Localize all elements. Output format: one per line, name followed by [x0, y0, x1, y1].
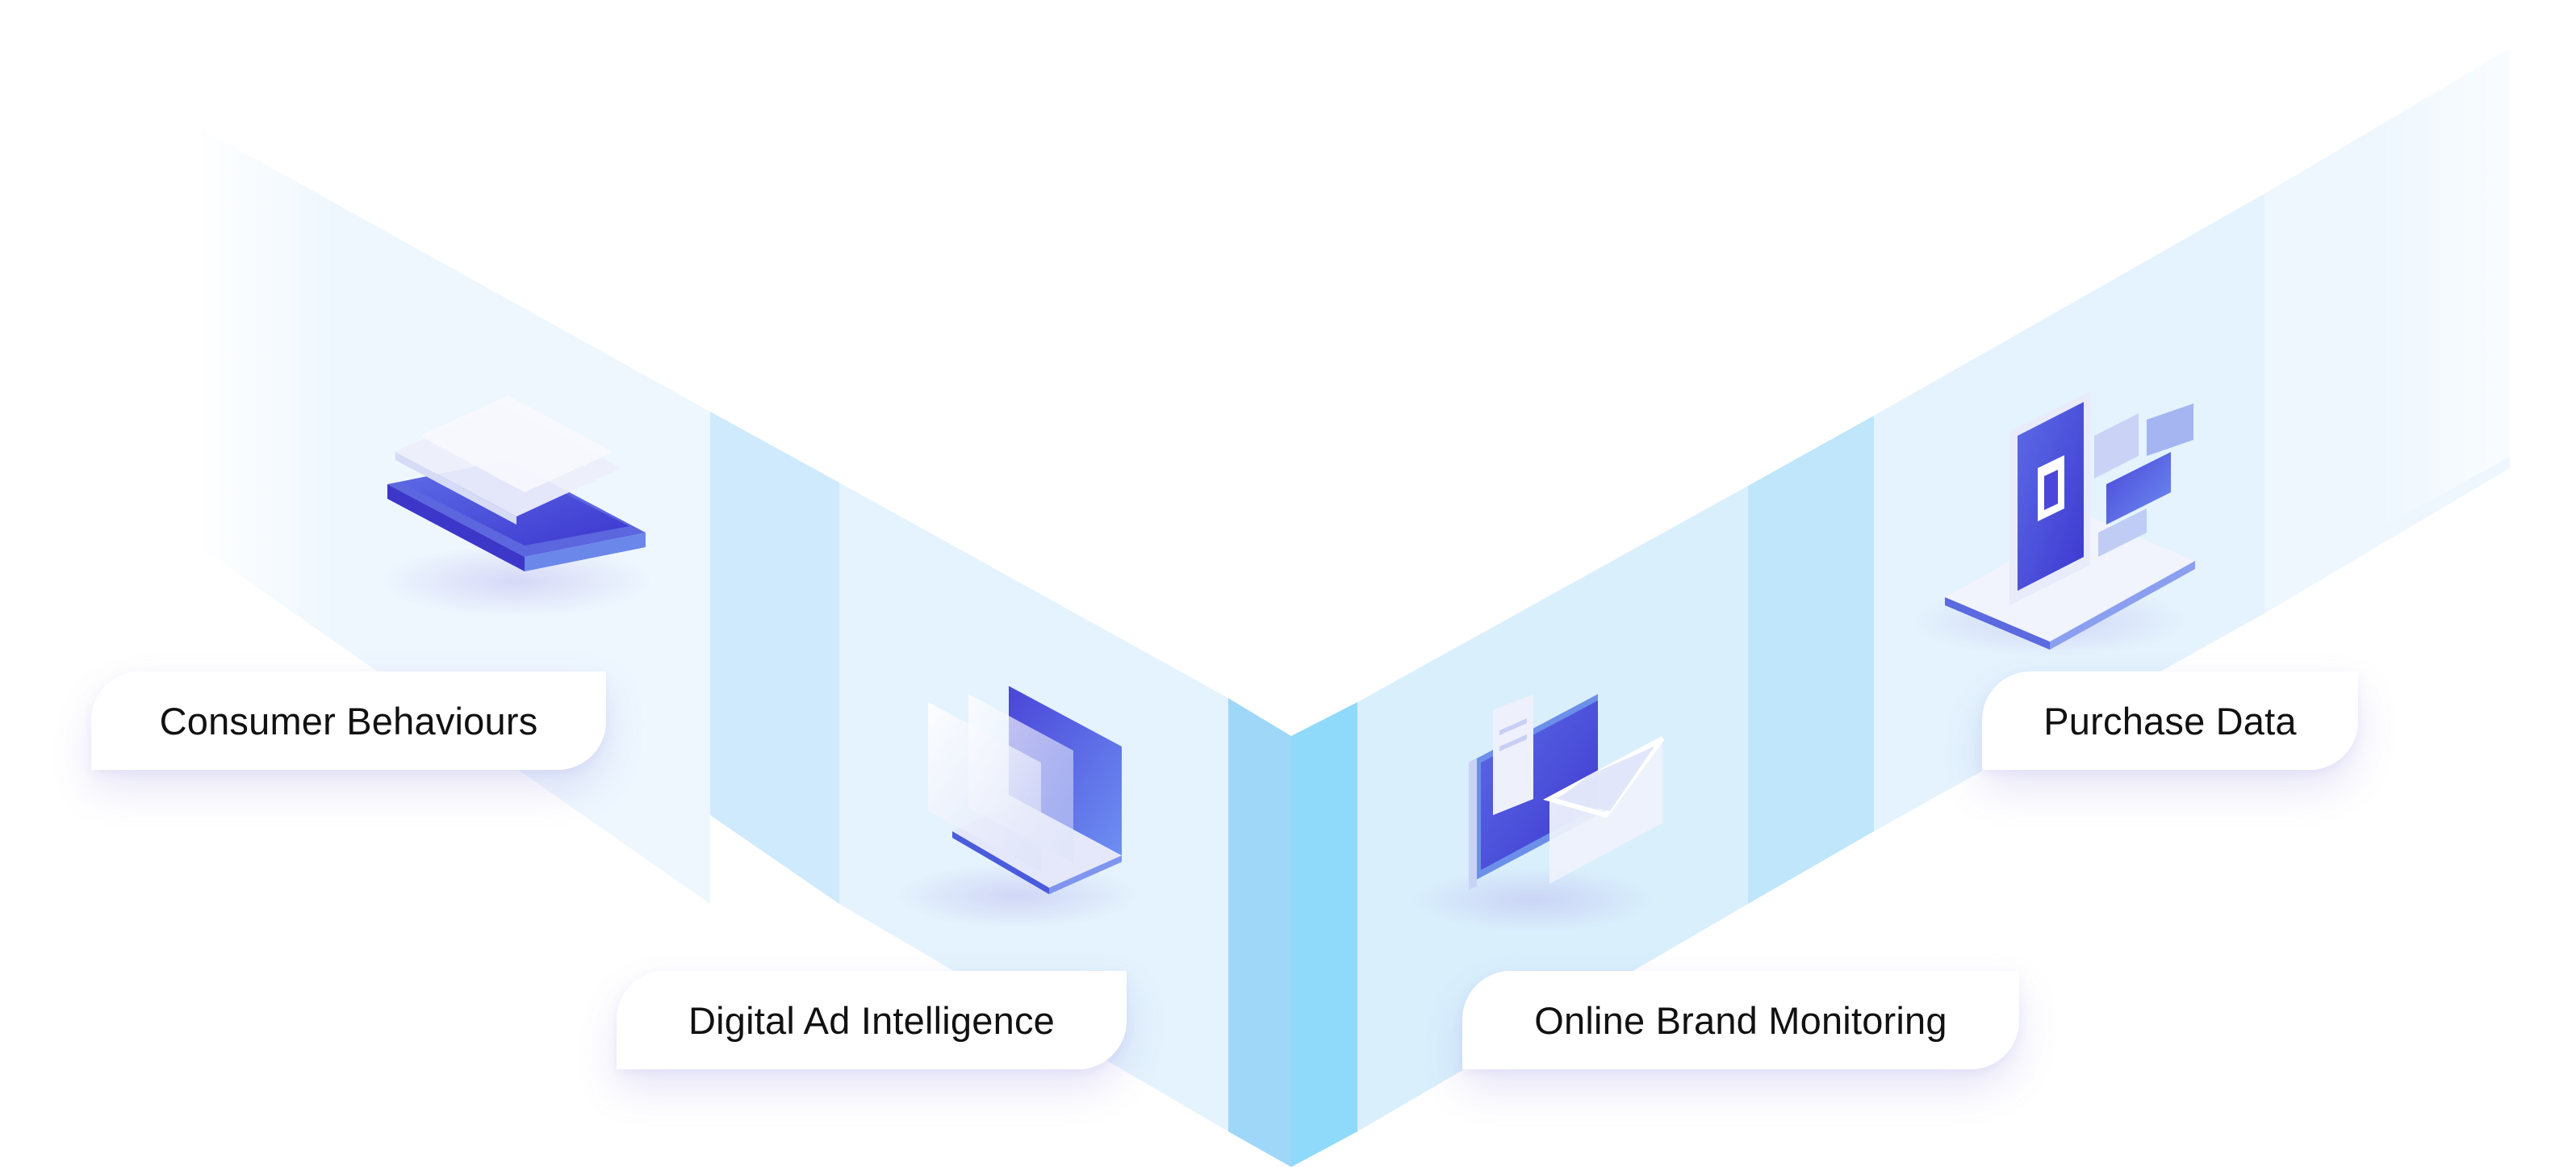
consumer-behaviours-label: Consumer Behaviours	[159, 699, 538, 742]
right-band-segment-3	[1748, 416, 1874, 904]
digital-ad-intelligence-card[interactable]: Digital Ad Intelligence	[617, 971, 1127, 1069]
purchase-data-label: Purchase Data	[2043, 699, 2297, 742]
online-brand-monitoring-label: Online Brand Monitoring	[1534, 998, 1947, 1042]
left-band-segment-2	[710, 412, 839, 904]
digital-ad-intelligence-label: Digital Ad Intelligence	[688, 998, 1055, 1042]
online-brand-monitoring-card[interactable]: Online Brand Monitoring	[1462, 971, 2019, 1069]
left-band-edge-fade	[194, 113, 339, 646]
right-band-segment-1	[1291, 702, 1357, 1167]
left-band-segment-4	[1228, 698, 1291, 1167]
purchase-data-card[interactable]: Purchase Data	[1982, 671, 2358, 770]
consumer-behaviours-card[interactable]: Consumer Behaviours	[91, 671, 606, 770]
right-band-edge-fade	[2373, 0, 2576, 533]
v-shaped-data-stream	[194, 0, 2576, 1167]
